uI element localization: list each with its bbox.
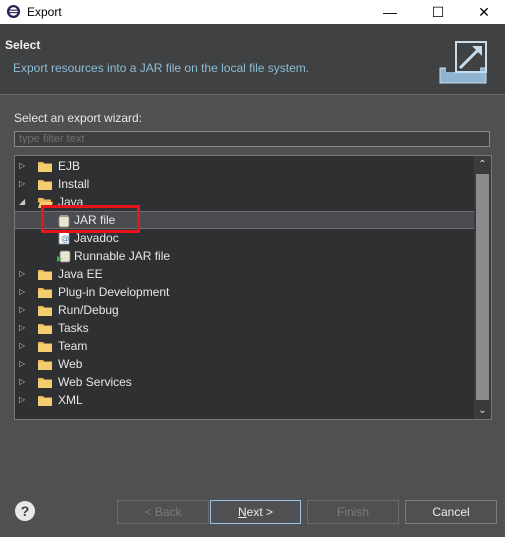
- tree-item-run-debug[interactable]: ▷ Run/Debug: [15, 301, 475, 319]
- tree-item-java-ee[interactable]: ▷ Java EE: [15, 265, 475, 283]
- folder-icon: [38, 396, 52, 406]
- folder-icon: [38, 378, 52, 388]
- cancel-button[interactable]: Cancel: [405, 500, 497, 524]
- tree-item-web-services[interactable]: ▷ Web Services: [15, 373, 475, 391]
- next-label: ext >: [246, 505, 274, 519]
- scroll-down-icon[interactable]: ⌄: [474, 402, 491, 419]
- tree-item-xml[interactable]: ▷ XML: [15, 391, 475, 409]
- scroll-up-icon[interactable]: ⌃: [474, 156, 491, 173]
- back-button[interactable]: < Back: [117, 500, 209, 524]
- tree-item-label: Web: [58, 357, 83, 371]
- folder-icon: [38, 306, 52, 316]
- expand-icon[interactable]: ▷: [19, 355, 29, 373]
- help-icon[interactable]: ?: [15, 501, 35, 521]
- filter-input[interactable]: [14, 131, 490, 147]
- tree-item-label: Tasks: [58, 321, 89, 335]
- tree-item-label: Web Services: [58, 375, 132, 389]
- javadoc-icon: @: [58, 231, 70, 245]
- minimize-button[interactable]: —: [367, 0, 413, 24]
- close-button[interactable]: ✕: [461, 0, 505, 24]
- folder-icon: [38, 324, 52, 334]
- folder-icon: [38, 288, 52, 298]
- tree-scrollbar[interactable]: ⌃ ⌄: [474, 156, 491, 419]
- tree-item-web[interactable]: ▷ Web: [15, 355, 475, 373]
- tree-item-tasks[interactable]: ▷ Tasks: [15, 319, 475, 337]
- banner-divider: [0, 94, 505, 95]
- folder-icon: [38, 180, 52, 190]
- folder-icon: [38, 270, 52, 280]
- expand-icon[interactable]: ▷: [19, 301, 29, 319]
- runnable-jar-icon: [57, 250, 71, 263]
- tree-item-label: Runnable JAR file: [74, 249, 171, 263]
- page-description: Export resources into a JAR file on the …: [13, 61, 310, 75]
- wizard-banner: Select Export resources into a JAR file …: [0, 24, 505, 94]
- expand-icon[interactable]: ▷: [19, 157, 29, 175]
- tree-item-team[interactable]: ▷ Team: [15, 337, 475, 355]
- title-bar: Export — ☐ ✕: [0, 0, 505, 24]
- selection-highlight-box: [41, 205, 140, 233]
- tree-item-label: Team: [58, 339, 88, 353]
- folder-icon: [38, 162, 52, 172]
- expand-icon[interactable]: ▷: [19, 175, 29, 193]
- window-title: Export: [27, 5, 62, 19]
- tree-item-ejb[interactable]: ▷ EJB: [15, 157, 475, 175]
- tree-item-label: Install: [58, 177, 90, 191]
- export-wizard-icon: [439, 41, 487, 84]
- scrollbar-thumb[interactable]: [476, 174, 489, 400]
- tree-item-label: Run/Debug: [58, 303, 119, 317]
- tree-item-plug-in-development[interactable]: ▷ Plug-in Development: [15, 283, 475, 301]
- next-button[interactable]: Next >: [210, 500, 301, 524]
- tree-item-install[interactable]: ▷ Install: [15, 175, 475, 193]
- expand-icon[interactable]: ▷: [19, 373, 29, 391]
- tree-item-label: Java EE: [58, 267, 103, 281]
- expand-icon[interactable]: ▷: [19, 283, 29, 301]
- expand-icon[interactable]: ▷: [19, 319, 29, 337]
- expand-icon[interactable]: ▷: [19, 391, 29, 409]
- eclipse-icon: [6, 4, 21, 19]
- next-mnemonic: N: [237, 505, 247, 519]
- wizard-label: Select an export wizard:: [14, 111, 143, 125]
- tree-item-label: XML: [58, 393, 83, 407]
- tree-item-label: Plug-in Development: [58, 285, 170, 299]
- wizard-tree[interactable]: ▷ EJB ▷ Install ◢ Java JAR file @ Javado…: [14, 155, 492, 420]
- expand-icon[interactable]: ▷: [19, 265, 29, 283]
- svg-text:@: @: [61, 234, 69, 243]
- folder-icon: [38, 342, 52, 352]
- expand-icon[interactable]: ▷: [19, 337, 29, 355]
- page-title: Select: [5, 38, 41, 52]
- collapse-icon[interactable]: ◢: [19, 193, 29, 211]
- tree-item-runnable-jar-file[interactable]: Runnable JAR file: [15, 247, 475, 265]
- finish-button[interactable]: Finish: [307, 500, 399, 524]
- tree-item-label: EJB: [58, 159, 81, 173]
- folder-icon: [38, 360, 52, 370]
- maximize-button[interactable]: ☐: [415, 0, 461, 24]
